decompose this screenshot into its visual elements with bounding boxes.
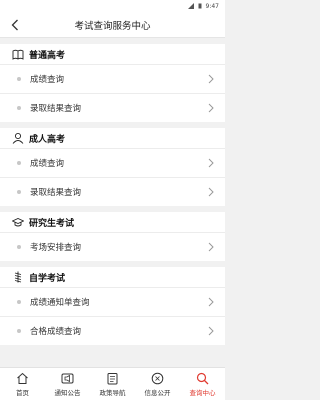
item-label: 成绩查询 — [30, 75, 65, 85]
chevron-right-icon — [208, 326, 214, 336]
chevron-right-icon — [208, 242, 214, 252]
group-title: 成人高考 — [29, 134, 66, 145]
signal-icon — [187, 3, 194, 9]
info-icon — [151, 372, 164, 385]
item-label: 录取结果查询 — [30, 104, 82, 114]
group-title: 研究生考试 — [29, 218, 75, 229]
chevron-right-icon — [208, 297, 214, 307]
item-label: 成绩通知单查询 — [30, 298, 90, 308]
tab-home[interactable]: 首页 — [0, 372, 45, 397]
tab-query-center[interactable]: 查询中心 — [180, 372, 225, 397]
status-bar: 9:47 — [0, 0, 225, 12]
app-header: 考试查询服务中心 — [0, 12, 225, 38]
tab-policy[interactable]: 政策导航 — [90, 372, 135, 397]
tab-label: 信息公开 — [144, 389, 171, 397]
list-item[interactable]: 录取结果查询 — [0, 93, 225, 122]
bullet-dot — [17, 77, 21, 81]
tab-label: 政策导航 — [99, 389, 126, 397]
group-header: 研究生考试 — [0, 212, 225, 232]
group-gaokao: 普通高考 成绩查询 录取结果查询 — [0, 44, 225, 122]
group-header: 自学考试 — [0, 267, 225, 287]
person-icon — [12, 132, 24, 144]
list-item[interactable]: 录取结果查询 — [0, 177, 225, 206]
battery-icon — [198, 3, 202, 9]
chevron-left-icon — [11, 19, 18, 31]
group-header: 成人高考 — [0, 128, 225, 148]
group-header: 普通高考 — [0, 44, 225, 64]
list-item[interactable]: 合格成绩查询 — [0, 316, 225, 345]
group-adult-exam: 成人高考 成绩查询 录取结果查询 — [0, 128, 225, 206]
bullet-dot — [17, 300, 21, 304]
bottom-tab-bar: 首页 通知公告 政策导航 信息公开 查询中心 — [0, 367, 225, 400]
tab-label: 首页 — [16, 389, 29, 397]
status-time: 9:47 — [205, 2, 219, 10]
list-item[interactable]: 考场安排查询 — [0, 232, 225, 261]
tab-notices[interactable]: 通知公告 — [45, 372, 90, 397]
list-item[interactable]: 成绩查询 — [0, 148, 225, 177]
chevron-right-icon — [208, 103, 214, 113]
group-title: 自学考试 — [29, 273, 66, 284]
tab-label: 查询中心 — [189, 389, 216, 397]
bullet-dot — [17, 329, 21, 333]
bullet-dot — [17, 190, 21, 194]
query-list: 普通高考 成绩查询 录取结果查询 成人高考 成绩查询 录取结果查询 研究生考试 … — [0, 44, 225, 351]
item-label: 合格成绩查询 — [30, 327, 82, 337]
tab-info[interactable]: 信息公开 — [135, 372, 180, 397]
item-label: 成绩查询 — [30, 159, 65, 169]
home-icon — [17, 372, 28, 384]
chevron-right-icon — [208, 158, 214, 168]
list-item[interactable]: 成绩查询 — [0, 64, 225, 93]
book-icon — [12, 48, 24, 60]
tab-label: 通知公告 — [54, 389, 81, 397]
chevron-right-icon — [208, 74, 214, 84]
group-title: 普通高考 — [29, 50, 66, 61]
item-label: 录取结果查询 — [30, 188, 82, 198]
list-item[interactable]: 成绩通知单查询 — [0, 287, 225, 316]
spring-icon — [12, 271, 24, 283]
graduation-cap-icon — [12, 216, 24, 228]
megaphone-icon — [61, 373, 74, 384]
back-button[interactable] — [8, 18, 22, 32]
group-self-study: 自学考试 成绩通知单查询 合格成绩查询 — [0, 267, 225, 345]
bullet-dot — [17, 106, 21, 110]
document-icon — [107, 373, 118, 385]
search-icon — [196, 372, 209, 385]
page-title: 考试查询服务中心 — [74, 20, 151, 32]
group-postgraduate: 研究生考试 考场安排查询 — [0, 212, 225, 261]
item-label: 考场安排查询 — [30, 243, 82, 253]
bullet-dot — [17, 161, 21, 165]
bullet-dot — [17, 245, 21, 249]
chevron-right-icon — [208, 187, 214, 197]
